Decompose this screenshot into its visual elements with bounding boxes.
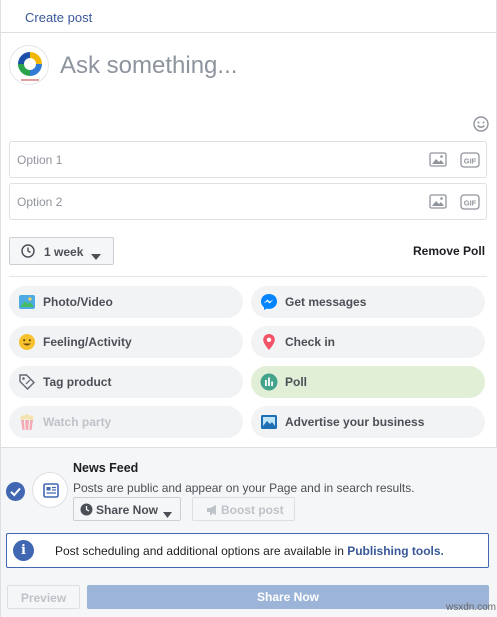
news-feed-description: Posts are public and appear on your Page… bbox=[73, 481, 415, 495]
photo-video-icon bbox=[18, 293, 36, 311]
add-image-icon[interactable] bbox=[429, 193, 449, 211]
action-watch-party[interactable]: Watch party bbox=[9, 406, 243, 438]
clock-icon bbox=[21, 244, 35, 258]
info-banner: i Post scheduling and additional options… bbox=[6, 533, 489, 568]
boost-post-button[interactable]: Boost post bbox=[192, 497, 295, 521]
news-feed-title: News Feed bbox=[73, 461, 139, 475]
gif-icon[interactable]: GIF bbox=[460, 194, 480, 210]
action-label: Advertise your business bbox=[285, 415, 425, 429]
poll-duration-value: 1 week bbox=[44, 245, 84, 259]
share-now-label: Share Now bbox=[256, 590, 319, 604]
tag-icon bbox=[18, 373, 36, 391]
add-image-icon[interactable] bbox=[429, 151, 449, 169]
action-get-messages[interactable]: Get messages bbox=[251, 286, 485, 318]
emoji-picker-icon[interactable] bbox=[473, 116, 489, 132]
megaphone-icon bbox=[206, 504, 219, 516]
smiley-icon bbox=[18, 333, 36, 351]
advertise-icon bbox=[260, 413, 278, 431]
poll-icon bbox=[260, 373, 278, 391]
popcorn-icon bbox=[18, 413, 36, 431]
action-label: Photo/Video bbox=[43, 295, 113, 309]
share-timing-dropdown[interactable]: Share Now bbox=[73, 497, 181, 521]
create-post-dialog: Create post Ask something... Option 1 GI… bbox=[0, 0, 497, 617]
news-feed-icon bbox=[32, 472, 68, 508]
action-label: Feeling/Activity bbox=[43, 335, 132, 349]
info-icon: i bbox=[13, 540, 34, 561]
action-poll[interactable]: Poll bbox=[251, 366, 485, 398]
action-check-in[interactable]: Check in bbox=[251, 326, 485, 358]
action-photo-video[interactable]: Photo/Video bbox=[9, 286, 243, 318]
boost-post-label: Boost post bbox=[221, 503, 284, 517]
clock-icon bbox=[80, 503, 93, 516]
preview-button[interactable]: Preview bbox=[7, 585, 80, 609]
share-now-button[interactable]: Share Now bbox=[87, 585, 489, 609]
poll-option-1-field[interactable]: Option 1 GIF bbox=[9, 141, 487, 178]
poll-option-placeholder: Option 2 bbox=[17, 195, 63, 209]
post-text-input[interactable]: Ask something... bbox=[60, 52, 237, 80]
publishing-tools-link[interactable]: Publishing tools. bbox=[347, 544, 444, 558]
info-text: Post scheduling and additional options a… bbox=[55, 544, 444, 558]
action-label: Tag product bbox=[43, 375, 112, 389]
poll-option-2-field[interactable]: Option 2 GIF bbox=[9, 183, 487, 220]
action-advertise-business[interactable]: Advertise your business bbox=[251, 406, 485, 438]
gif-icon[interactable]: GIF bbox=[460, 152, 480, 168]
action-label: Check in bbox=[285, 335, 336, 349]
info-message: Post scheduling and additional options a… bbox=[55, 544, 344, 558]
dialog-header: Create post bbox=[1, 0, 497, 33]
watermark: wsxdn.com bbox=[446, 602, 497, 613]
action-feeling-activity[interactable]: Feeling/Activity bbox=[9, 326, 243, 358]
action-label: Watch party bbox=[43, 415, 112, 429]
action-label: Poll bbox=[285, 375, 308, 389]
poll-duration-dropdown[interactable]: 1 week bbox=[9, 237, 114, 265]
remove-poll-link[interactable]: Remove Poll bbox=[413, 244, 485, 258]
preview-label: Preview bbox=[20, 591, 67, 605]
poll-option-placeholder: Option 1 bbox=[17, 153, 63, 167]
action-tag-product[interactable]: Tag product bbox=[9, 366, 243, 398]
location-pin-icon bbox=[260, 333, 278, 351]
svg-text:GIF: GIF bbox=[464, 199, 477, 208]
share-timing-value: Share Now bbox=[96, 503, 159, 517]
action-label: Get messages bbox=[285, 295, 367, 309]
page-avatar bbox=[9, 45, 49, 85]
news-feed-checkbox[interactable] bbox=[6, 482, 25, 501]
dialog-title[interactable]: Create post bbox=[25, 10, 92, 25]
divider bbox=[9, 276, 487, 277]
svg-text:GIF: GIF bbox=[464, 157, 477, 166]
chevron-down-icon bbox=[91, 249, 101, 260]
chevron-down-icon bbox=[163, 507, 172, 518]
messenger-icon bbox=[260, 293, 278, 311]
